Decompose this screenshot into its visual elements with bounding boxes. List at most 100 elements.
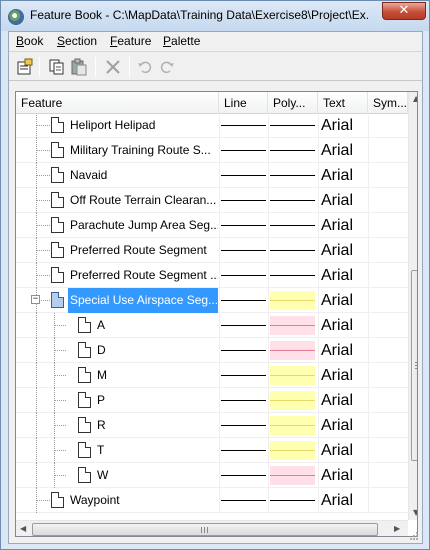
table-row[interactable]: Heliport Helipad Arial (16, 115, 408, 138)
table-row[interactable]: Waypoint Arial (16, 488, 408, 513)
polygon-outline-swatch[interactable] (270, 275, 315, 276)
line-symbol-swatch[interactable] (221, 325, 266, 326)
menu-book[interactable]: Book (15, 34, 44, 48)
text-font-sample[interactable]: Arial (321, 488, 353, 513)
scroll-left-arrow[interactable]: ◀ (20, 524, 26, 533)
table-row[interactable]: Off Route Terrain Clearan... Arial (16, 188, 408, 213)
feature-grid[interactable]: Feature Line Poly... Text Sym... Helipor… (15, 91, 418, 537)
feature-name[interactable]: W (95, 463, 111, 488)
line-symbol-swatch[interactable] (221, 200, 266, 201)
feature-name[interactable]: Parachute Jump Area Seg... (68, 213, 218, 238)
text-font-sample[interactable]: Arial (321, 238, 353, 263)
redo-icon[interactable] (158, 58, 176, 76)
feature-name[interactable]: Special Use Airspace Seg... (68, 288, 218, 313)
resize-grip-icon[interactable] (409, 530, 419, 540)
text-font-sample[interactable]: Arial (321, 213, 353, 238)
column-header-line[interactable]: Line (219, 92, 268, 114)
column-header-feature[interactable]: Feature (16, 92, 219, 114)
undo-icon[interactable] (136, 58, 154, 76)
paste-icon[interactable] (70, 58, 88, 76)
polygon-yellow-swatch[interactable] (270, 366, 315, 385)
polygon-outline-swatch[interactable] (270, 175, 315, 176)
feature-name[interactable]: Waypoint (68, 488, 123, 513)
polygon-outline-swatch[interactable] (270, 200, 315, 201)
menu-feature[interactable]: Feature (109, 34, 152, 48)
line-symbol-swatch[interactable] (221, 125, 266, 126)
tree-child-row[interactable]: M Arial (16, 363, 408, 388)
copy-icon[interactable] (48, 58, 66, 76)
polygon-yellow-swatch[interactable] (270, 416, 315, 435)
title-bar[interactable]: Feature Book - C:\MapData\Training Data\… (1, 1, 429, 31)
text-font-sample[interactable]: Arial (321, 363, 353, 388)
collapse-icon[interactable]: − (31, 295, 40, 304)
properties-icon[interactable] (16, 58, 34, 76)
text-font-sample[interactable]: Arial (321, 188, 353, 213)
table-row[interactable]: Preferred Route Segment Arial (16, 238, 408, 263)
feature-name[interactable]: Preferred Route Segment (68, 238, 210, 263)
text-font-sample[interactable]: Arial (321, 463, 353, 488)
polygon-yellow-swatch[interactable] (270, 291, 315, 310)
scroll-down-arrow[interactable]: ▼ (413, 508, 417, 517)
line-symbol-swatch[interactable] (221, 375, 266, 376)
line-symbol-swatch[interactable] (221, 350, 266, 351)
text-font-sample[interactable]: Arial (321, 313, 353, 338)
line-symbol-swatch[interactable] (221, 300, 266, 301)
horizontal-scrollbar[interactable]: ◀ ▶ (16, 520, 408, 536)
polygon-outline-swatch[interactable] (270, 225, 315, 226)
text-font-sample[interactable]: Arial (321, 288, 353, 313)
text-font-sample[interactable]: Arial (321, 138, 353, 163)
vertical-scrollbar[interactable]: ▲ ▼ (408, 92, 417, 520)
table-row[interactable]: Navaid Arial (16, 163, 408, 188)
feature-name[interactable]: Military Training Route S... (68, 138, 214, 163)
menu-palette[interactable]: Palette (162, 34, 201, 48)
feature-name[interactable]: Preferred Route Segment ... (68, 263, 218, 288)
text-font-sample[interactable]: Arial (321, 338, 353, 363)
polygon-pink-swatch[interactable] (270, 466, 315, 485)
polygon-outline-swatch[interactable] (270, 250, 315, 251)
table-row[interactable]: Military Training Route S... Arial (16, 138, 408, 163)
text-font-sample[interactable]: Arial (321, 263, 353, 288)
tree-child-row[interactable]: R Arial (16, 413, 408, 438)
column-header-poly[interactable]: Poly... (268, 92, 318, 114)
horizontal-scroll-thumb[interactable] (32, 523, 378, 536)
polygon-outline-swatch[interactable] (270, 500, 315, 501)
line-symbol-swatch[interactable] (221, 450, 266, 451)
line-symbol-swatch[interactable] (221, 475, 266, 476)
scroll-up-arrow[interactable]: ▲ (413, 94, 417, 103)
text-font-sample[interactable]: Arial (321, 163, 353, 188)
line-symbol-swatch[interactable] (221, 500, 266, 501)
feature-name[interactable]: M (95, 363, 110, 388)
polygon-pink-swatch[interactable] (270, 341, 315, 360)
polygon-yellow-swatch[interactable] (270, 441, 315, 460)
tree-group-row[interactable]: − Special Use Airspace Seg... Arial (16, 288, 408, 313)
line-symbol-swatch[interactable] (221, 250, 266, 251)
polygon-pink-swatch[interactable] (270, 316, 315, 335)
feature-name[interactable]: P (95, 388, 108, 413)
text-font-sample[interactable]: Arial (321, 413, 353, 438)
feature-name[interactable]: A (95, 313, 108, 338)
tree-child-row[interactable]: P Arial (16, 388, 408, 413)
polygon-outline-swatch[interactable] (270, 125, 315, 126)
feature-name[interactable]: Navaid (68, 163, 110, 188)
column-header-symbol[interactable]: Sym... (368, 92, 408, 114)
close-button[interactable]: ✕ (382, 2, 426, 20)
tree-child-row[interactable]: D Arial (16, 338, 408, 363)
line-symbol-swatch[interactable] (221, 150, 266, 151)
tree-child-row[interactable]: W Arial (16, 463, 408, 488)
vertical-scroll-thumb[interactable] (411, 270, 417, 461)
text-font-sample[interactable]: Arial (321, 438, 353, 463)
polygon-outline-swatch[interactable] (270, 150, 315, 151)
line-symbol-swatch[interactable] (221, 400, 266, 401)
polygon-yellow-swatch[interactable] (270, 391, 315, 410)
tree-child-row[interactable]: A Arial (16, 313, 408, 338)
text-font-sample[interactable]: Arial (321, 115, 353, 138)
feature-name[interactable]: D (95, 338, 109, 363)
line-symbol-swatch[interactable] (221, 225, 266, 226)
delete-icon[interactable] (104, 58, 122, 76)
feature-name[interactable]: Off Route Terrain Clearan... (68, 188, 218, 213)
feature-name[interactable]: R (95, 413, 109, 438)
column-header-text[interactable]: Text (318, 92, 368, 114)
table-row[interactable]: Parachute Jump Area Seg... Arial (16, 213, 408, 238)
menu-section[interactable]: Section (56, 34, 98, 48)
feature-name[interactable]: T (95, 438, 107, 463)
